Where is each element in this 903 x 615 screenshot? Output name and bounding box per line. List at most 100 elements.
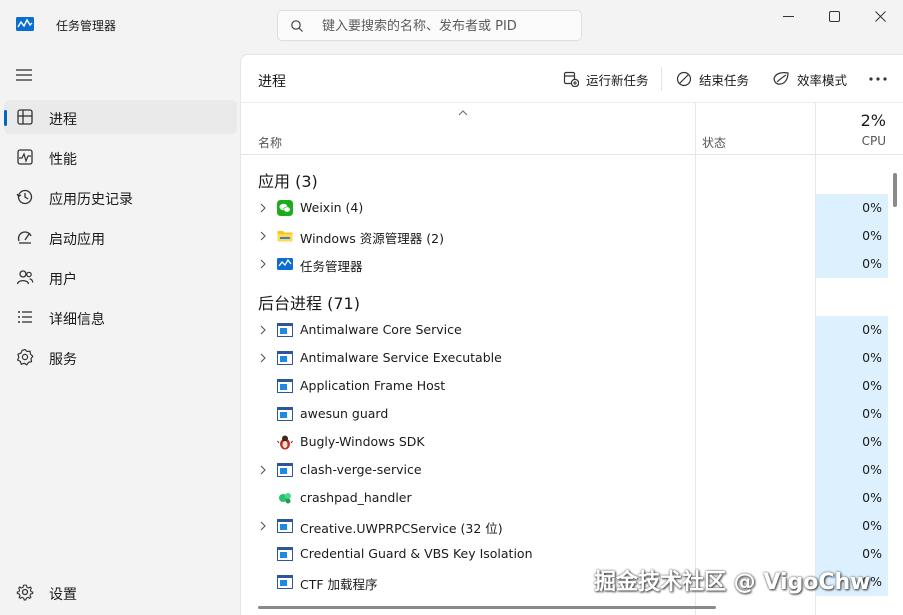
sidebar-item-label: 性能 [49, 152, 77, 168]
active-indicator [4, 110, 7, 126]
process-name: Application Frame Host [300, 378, 446, 393]
sidebar-item-performance[interactable]: 性能 [4, 140, 237, 174]
cpu-value: 0% [862, 434, 882, 449]
table-row[interactable]: 任务管理器 0% [241, 250, 903, 278]
column-header-status[interactable]: 状态 [702, 134, 726, 151]
sidebar-item-settings[interactable]: 设置 [4, 575, 237, 609]
end-task-icon [676, 71, 692, 87]
folder-icon [277, 231, 293, 242]
cpu-cell: 0% [816, 222, 888, 250]
service-icon [277, 463, 293, 477]
service-icon [277, 519, 293, 533]
bug-icon [277, 435, 293, 450]
task-manager-icon [277, 258, 293, 270]
chevron-right-icon[interactable] [259, 259, 267, 269]
sidebar-item-services[interactable]: 服务 [4, 340, 237, 374]
sidebar-item-label: 服务 [49, 352, 77, 368]
sidebar-item-app-history[interactable]: 应用历史记录 [4, 180, 237, 214]
group-header-apps: 应用 (3) [241, 156, 903, 194]
table-row[interactable]: Antimalware Core Service 0% [241, 316, 903, 344]
column-header-cpu[interactable]: CPU [862, 134, 886, 148]
cpu-cell: 0% [816, 344, 888, 372]
service-icon [277, 547, 293, 561]
minimize-icon [782, 15, 794, 17]
horizontal-scrollbar[interactable] [258, 606, 716, 609]
service-icon [277, 379, 293, 393]
chevron-right-icon[interactable] [259, 465, 267, 475]
processes-icon [17, 109, 33, 125]
process-name: Credential Guard & VBS Key Isolation [300, 546, 533, 561]
sidebar-item-users[interactable]: 用户 [4, 260, 237, 294]
sidebar-item-startup[interactable]: 启动应用 [4, 220, 237, 254]
chevron-right-icon[interactable] [259, 325, 267, 335]
table-row[interactable]: crashpad_handler 0% [241, 484, 903, 512]
table-row[interactable]: clash-verge-service 0% [241, 456, 903, 484]
column-header-name[interactable]: 名称 [258, 134, 282, 151]
table-row[interactable]: Bugly-Windows SDK 0% [241, 428, 903, 456]
sort-ascending-icon[interactable] [457, 109, 469, 117]
cpu-cell: 0% [816, 316, 888, 344]
chevron-right-icon[interactable] [259, 203, 267, 213]
cpu-cell: 0% [816, 456, 888, 484]
maximize-icon [828, 10, 840, 22]
toolbar: 进程 运行新任务 结束任务 效率模式 [241, 55, 903, 103]
cpu-value: 0% [862, 228, 882, 243]
sidebar-item-label: 用户 [49, 272, 77, 288]
process-name: Windows 资源管理器 (2) [300, 231, 444, 246]
cpu-value: 0% [862, 350, 882, 365]
maximize-button[interactable] [811, 4, 857, 28]
cpu-cell: 0% [816, 194, 888, 222]
process-name: Antimalware Service Executable [300, 350, 502, 365]
service-icon [277, 575, 293, 589]
table-row[interactable]: Antimalware Service Executable 0% [241, 344, 903, 372]
cpu-value: 0% [862, 378, 882, 393]
title-bar: 任务管理器 [0, 0, 903, 50]
sidebar: 进程 性能 应用历史记录 启动应用 用户 详细信息 服务 设置 [0, 50, 240, 615]
close-button[interactable] [857, 4, 903, 28]
run-task-icon [563, 71, 579, 87]
main-panel: 进程 运行新任务 结束任务 效率模式 名称 状态 2% CPU 应用 (3) W… [240, 54, 903, 615]
table-row[interactable]: awesun guard 0% [241, 400, 903, 428]
chevron-right-icon[interactable] [259, 353, 267, 363]
sidebar-item-label: 进程 [49, 112, 77, 128]
chevron-right-icon[interactable] [259, 231, 267, 241]
process-name: Bugly-Windows SDK [300, 434, 425, 449]
search-input[interactable] [322, 16, 572, 36]
wechat-icon [277, 200, 293, 216]
group-header-background: 后台进程 (71) [241, 278, 903, 316]
cpu-value: 0% [862, 406, 882, 421]
service-icon [277, 351, 293, 365]
cpu-value: 0% [862, 462, 882, 477]
process-name: Creative.UWPRPCService (32 位) [300, 521, 503, 536]
minimize-button[interactable] [765, 4, 811, 28]
users-icon [16, 270, 34, 285]
table-row[interactable]: Weixin (4) 0% [241, 194, 903, 222]
services-icon [16, 348, 34, 366]
service-icon [277, 407, 293, 421]
sidebar-item-details[interactable]: 详细信息 [4, 300, 237, 334]
hamburger-icon[interactable] [14, 67, 34, 83]
table-row[interactable]: Application Frame Host 0% [241, 372, 903, 400]
chevron-right-icon[interactable] [259, 521, 267, 531]
table-row[interactable]: Creative.UWPRPCService (32 位) 0% [241, 512, 903, 540]
end-task-label: 结束任务 [699, 72, 750, 88]
table-header: 名称 状态 2% CPU [241, 103, 903, 155]
end-task-button[interactable]: 结束任务 [676, 65, 749, 93]
process-name: Weixin (4) [300, 200, 364, 215]
cpu-total-percent[interactable]: 2% [861, 111, 886, 130]
performance-icon [17, 149, 33, 165]
cpu-value: 0% [862, 322, 882, 337]
cpu-cell: 0% [816, 250, 888, 278]
leaf-icon [773, 72, 789, 85]
search-box[interactable] [277, 10, 582, 41]
sidebar-item-processes[interactable]: 进程 [4, 100, 237, 134]
run-new-task-button[interactable]: 运行新任务 [563, 65, 649, 93]
efficiency-mode-button[interactable]: 效率模式 [772, 65, 847, 93]
run-new-task-label: 运行新任务 [586, 72, 649, 88]
cpu-value: 0% [862, 256, 882, 271]
more-options-button[interactable] [863, 67, 893, 91]
cpu-value: 0% [862, 200, 882, 215]
process-name: Antimalware Core Service [300, 322, 462, 337]
table-row[interactable]: Windows 资源管理器 (2) 0% [241, 222, 903, 250]
vertical-scrollbar[interactable] [893, 173, 897, 207]
